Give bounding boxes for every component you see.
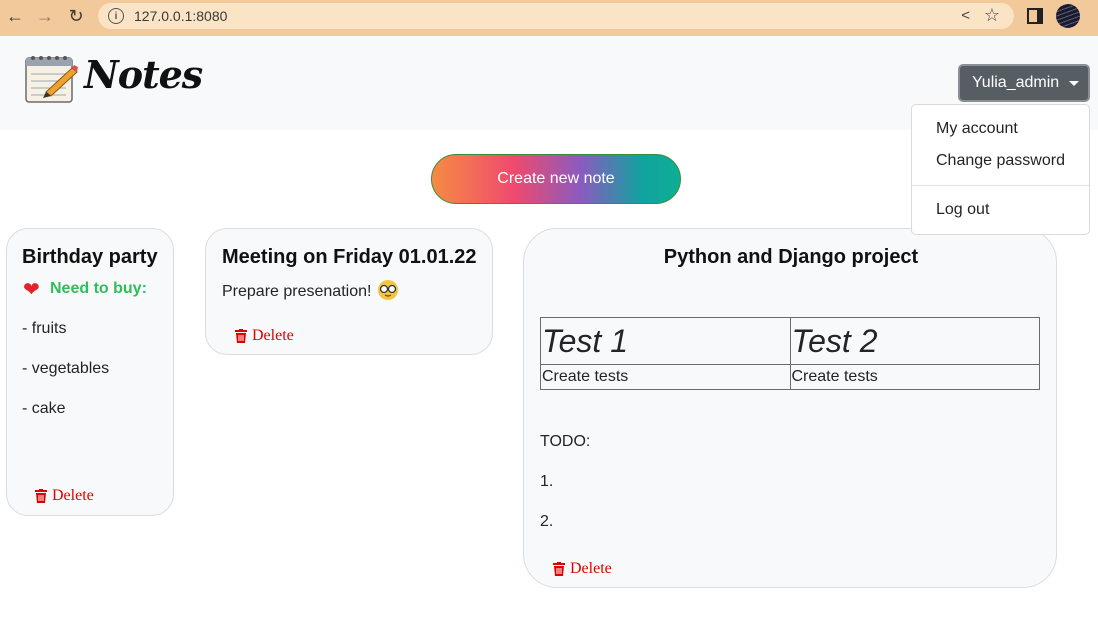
delete-label: Delete: [570, 560, 612, 577]
caret-down-icon: [1069, 80, 1080, 86]
note-card-birthday: Birthday party ❤ Need to buy: - fruits -…: [6, 228, 174, 516]
note-line: 2.: [540, 513, 554, 530]
reload-icon[interactable]: ↻: [61, 1, 91, 31]
forward-arrow-icon[interactable]: →: [30, 1, 60, 31]
note-title: Birthday party: [22, 246, 158, 268]
user-dropdown-menu: My account Change password Log out: [911, 104, 1090, 235]
user-menu-button[interactable]: Yulia_admin: [958, 64, 1090, 102]
share-icon[interactable]: <: [961, 7, 970, 24]
table-header-cell: Test 1: [540, 317, 791, 365]
note-line: 1.: [540, 473, 554, 490]
note-line: - cake: [22, 400, 66, 417]
note-text: Prepare presenation!: [222, 280, 398, 301]
side-panel-icon[interactable]: [1027, 8, 1043, 24]
note-table: Test 1 Test 2 Create tests Create tests: [540, 317, 1040, 390]
delete-button[interactable]: Delete: [235, 327, 294, 345]
note-line: TODO:: [540, 433, 591, 450]
note-title: Meeting on Friday 01.01.22: [222, 246, 477, 268]
trash-icon: [553, 562, 565, 576]
note-text-content: Prepare presenation!: [222, 283, 372, 300]
trash-icon: [235, 329, 247, 343]
delete-label: Delete: [252, 327, 294, 344]
notepad-logo-icon: [25, 56, 78, 103]
nerd-face-emoji-icon: [377, 280, 398, 300]
table-cell: Create tests: [540, 364, 791, 390]
delete-button[interactable]: Delete: [35, 487, 94, 505]
table-cell: Create tests: [789, 364, 1040, 390]
back-arrow-icon[interactable]: ←: [0, 1, 30, 31]
menu-item-my-account[interactable]: My account: [936, 120, 1018, 138]
bookmark-star-icon[interactable]: ☆: [984, 5, 1000, 26]
logo-text[interactable]: Notes: [84, 52, 203, 97]
note-subtitle: Need to buy:: [50, 280, 147, 297]
note-line: - fruits: [22, 320, 67, 337]
table-header-cell: Test 2: [789, 317, 1040, 365]
menu-item-change-password[interactable]: Change password: [936, 152, 1065, 170]
url-text: 127.0.0.1:8080: [134, 8, 228, 24]
note-card-python-django: Python and Django project Test 1 Test 2 …: [523, 228, 1057, 588]
note-title: Python and Django project: [663, 246, 919, 268]
menu-item-log-out[interactable]: Log out: [936, 201, 989, 219]
address-bar[interactable]: i 127.0.0.1:8080 < ☆: [98, 3, 1014, 29]
heart-icon: ❤: [23, 279, 40, 301]
menu-divider: [912, 185, 1089, 186]
browser-toolbar: ← → ↻ i 127.0.0.1:8080 < ☆: [0, 0, 1098, 36]
user-menu-label: Yulia_admin: [972, 74, 1060, 91]
note-card-meeting: Meeting on Friday 01.01.22 Prepare prese…: [205, 228, 493, 355]
site-info-icon[interactable]: i: [108, 8, 124, 24]
delete-label: Delete: [52, 487, 94, 504]
create-note-button[interactable]: Create new note: [431, 154, 681, 204]
trash-icon: [35, 489, 47, 503]
note-line: - vegetables: [22, 360, 110, 377]
profile-avatar[interactable]: [1056, 4, 1080, 28]
delete-button[interactable]: Delete: [553, 560, 612, 578]
